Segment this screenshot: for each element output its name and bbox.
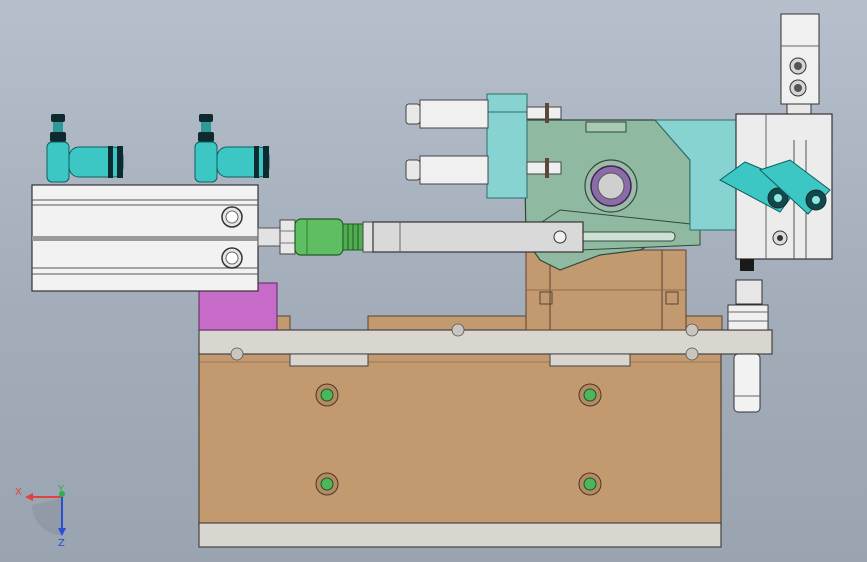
cad-graphics-viewport[interactable]: X Y Z: [0, 0, 867, 562]
mounting-bolt: [315, 472, 339, 496]
mounting-bolt: [315, 383, 339, 407]
push-in-fitting-center[interactable]: [194, 114, 270, 183]
orientation-triad[interactable]: X Y Z: [15, 484, 66, 549]
bottom-plate[interactable]: [198, 522, 722, 548]
clamp-bushing[interactable]: [584, 159, 638, 213]
triad-x-label: X: [15, 487, 22, 498]
triad-y-label: Y: [57, 484, 65, 495]
mounting-bolt: [578, 472, 602, 496]
floating-joint-coupler[interactable]: [294, 218, 374, 256]
air-cylinder-left[interactable]: [31, 184, 259, 292]
triad-z-label: Z: [58, 538, 65, 549]
piston-rod[interactable]: [257, 219, 296, 255]
clamp-link-arm[interactable]: [372, 221, 584, 253]
push-in-fitting-left[interactable]: [46, 114, 124, 183]
base-block[interactable]: [198, 351, 722, 525]
mounting-bolt: [578, 383, 602, 407]
